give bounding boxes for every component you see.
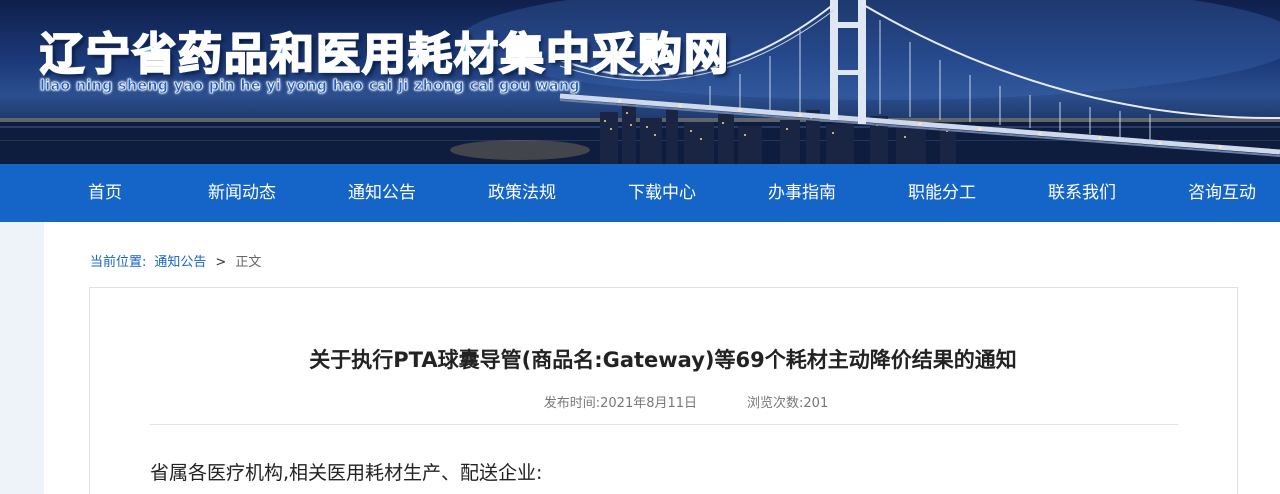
- nav-item-news[interactable]: 新闻动态: [208, 164, 276, 222]
- nav-item-duties[interactable]: 职能分工: [908, 164, 976, 222]
- main-nav: 首页 新闻动态 通知公告 政策法规 下载中心 办事指南 职能分工 联系我们 咨询…: [0, 164, 1280, 222]
- article-meta: 发布时间:2021年8月11日 浏览次数:201: [0, 392, 1280, 411]
- site-title: 辽宁省药品和医用耗材集中采购网: [39, 28, 730, 81]
- nav-item-contact[interactable]: 联系我们: [1048, 164, 1116, 222]
- nav-item-notices[interactable]: 通知公告: [348, 164, 416, 222]
- nav-item-policies[interactable]: 政策法规: [488, 164, 556, 222]
- header-banner: 辽宁省药品和医用耗材集中采购网 liao ning sheng yao pin …: [0, 0, 1280, 164]
- nav-item-home[interactable]: 首页: [88, 164, 122, 222]
- breadcrumb: 当前位置: 通知公告 > 正文: [90, 251, 261, 270]
- breadcrumb-link-notices[interactable]: 通知公告: [154, 255, 206, 270]
- article-divider: [150, 424, 1178, 425]
- nav-item-consult[interactable]: 咨询互动: [1188, 164, 1256, 222]
- breadcrumb-separator: >: [215, 255, 227, 270]
- view-count: 浏览次数:201: [747, 396, 829, 411]
- article-greeting: 省属各医疗机构,相关医用耗材生产、配送企业:: [150, 462, 543, 484]
- article-title: 关于执行PTA球囊导管(商品名:Gateway)等69个耗材主动降价结果的通知: [309, 348, 1017, 372]
- nav-item-downloads[interactable]: 下载中心: [628, 164, 696, 222]
- breadcrumb-label: 当前位置:: [90, 255, 147, 270]
- site-pinyin: liao ning sheng yao pin he yi yong hao c…: [40, 78, 580, 95]
- nav-item-guide[interactable]: 办事指南: [768, 164, 836, 222]
- publish-date: 发布时间:2021年8月11日: [543, 396, 698, 411]
- breadcrumb-current: 正文: [235, 255, 262, 270]
